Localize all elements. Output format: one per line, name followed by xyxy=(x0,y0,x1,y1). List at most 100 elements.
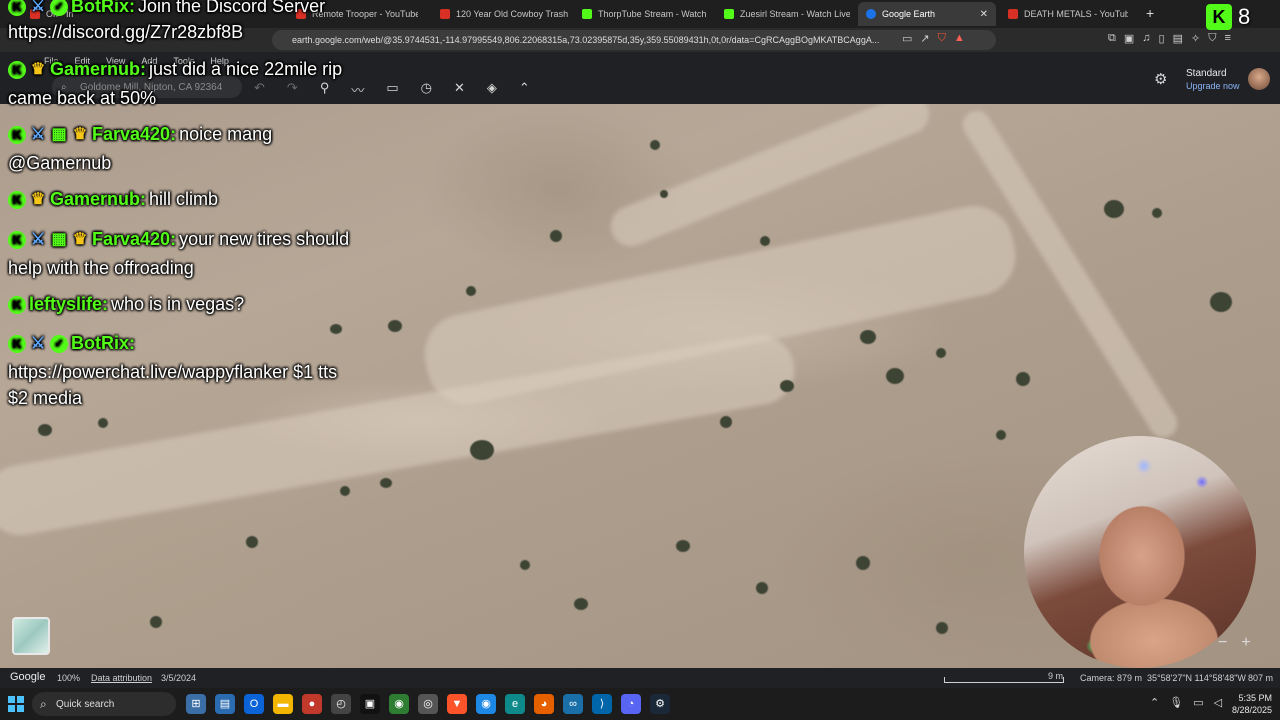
kick-icon xyxy=(724,9,734,19)
files-icon[interactable]: ▤ xyxy=(215,694,235,714)
firefox-icon[interactable]: ◕ xyxy=(534,694,554,714)
moderator-badge-icon: ⚔ xyxy=(30,125,46,143)
history-icon[interactable]: ◷ xyxy=(421,80,432,99)
chat-message-text: hill climb xyxy=(149,189,219,209)
browser-tab[interactable]: ThorpTube Stream - Watch Liv xyxy=(582,4,708,24)
steam-icon[interactable]: ⚙ xyxy=(650,694,670,714)
vscode-icon[interactable]: ⟩ xyxy=(592,694,612,714)
music-icon[interactable]: ♫ xyxy=(1142,32,1150,45)
chrome-alt-icon[interactable]: ◉ xyxy=(389,694,409,714)
kick-badge-icon: K xyxy=(8,190,26,209)
shrub xyxy=(574,598,588,610)
kick-badge-icon: K xyxy=(8,334,26,353)
outlook-icon[interactable]: O xyxy=(244,694,264,714)
chat-message-text: just did a nice 22mile rip xyxy=(149,59,343,79)
chat-message: K ♛ Gamernub: just did a nice 22mile rip xyxy=(8,59,342,80)
widgets-icon[interactable]: ⊞ xyxy=(186,694,206,714)
microphone-icon[interactable]: 🎙 xyxy=(1169,696,1183,709)
chevron-up-icon[interactable]: ⌃ xyxy=(519,80,530,99)
shrub xyxy=(470,440,494,460)
leo-icon[interactable]: ✧ xyxy=(1191,32,1200,45)
edge-icon[interactable]: e xyxy=(505,694,525,714)
taskbar-search[interactable]: ⌕ Quick search xyxy=(32,692,176,716)
volume-icon[interactable]: ◁ xyxy=(1214,696,1222,709)
shrub xyxy=(98,418,108,428)
obs-icon[interactable]: ◎ xyxy=(418,694,438,714)
chat-username: BotRix: xyxy=(71,0,135,16)
clock-icon[interactable]: ◴ xyxy=(331,694,351,714)
tab-title: Remote Trooper - YouTube xyxy=(312,9,418,19)
tab-title: 120 Year Old Cowboy Trash - Y xyxy=(456,9,568,19)
avatar[interactable] xyxy=(1248,68,1270,90)
vpn-icon[interactable]: ⛉ xyxy=(1208,32,1216,45)
earth-status-bar: Google 100% Data attribution 3/5/2024 9 … xyxy=(0,668,1280,688)
moderator-badge-icon: ⚔ xyxy=(30,0,46,15)
shrub xyxy=(676,540,690,552)
chat-message-text: your new tires should xyxy=(179,229,350,249)
discord-link: https://discord.gg/Z7r28zbf8B xyxy=(8,22,244,42)
browser-tab-active[interactable]: Google Earth ✕ xyxy=(858,2,996,26)
shrub xyxy=(756,582,768,594)
gear-icon[interactable]: ⚙ xyxy=(1154,70,1167,88)
zoom-out-icon[interactable]: − xyxy=(1218,634,1227,652)
display-icon[interactable]: ▭ xyxy=(1193,696,1203,709)
sidebar-icon[interactable]: ▯ xyxy=(1159,32,1165,45)
gamebar-icon[interactable]: ∞ xyxy=(563,694,583,714)
chat-message: K ⚔ ▦ ♛ Farva420: your new tires should xyxy=(8,229,349,250)
ruler-icon[interactable]: ▭ xyxy=(386,80,398,99)
map-style-button[interactable] xyxy=(12,617,50,655)
system-clock[interactable]: 5:35 PM 8/28/2025 xyxy=(1224,692,1272,716)
placemark-icon[interactable]: ⚲ xyxy=(320,80,330,99)
elevation: 807 m xyxy=(1248,673,1274,683)
coordinates: 35°58'27"N 114°58'48"W xyxy=(1147,673,1246,683)
browser-tab[interactable]: DEATH METALS - YouTube xyxy=(1008,4,1128,24)
shrub xyxy=(340,486,350,496)
scale-bar xyxy=(944,677,1064,683)
cast-icon[interactable]: ▭ xyxy=(902,32,912,45)
extensions-icon[interactable]: ⧉ xyxy=(1108,32,1116,45)
recorder-icon[interactable]: ● xyxy=(302,694,322,714)
close-icon[interactable]: ✕ xyxy=(980,9,988,20)
terminal-icon[interactable]: ▣ xyxy=(360,694,380,714)
viewer-count: 8 xyxy=(1238,4,1251,29)
chat-message: K ⚔ ✓ BotRix: Join the Discord Server xyxy=(8,0,325,17)
upgrade-link[interactable]: Upgrade now xyxy=(1186,80,1240,92)
discord-icon[interactable]: ◔ xyxy=(621,694,641,714)
data-attribution-link[interactable]: Data attribution xyxy=(91,673,152,683)
windows-start-icon[interactable] xyxy=(8,696,24,712)
youtube-icon xyxy=(1008,9,1018,19)
brave-icon[interactable]: ▼ xyxy=(447,694,467,714)
layers-icon[interactable]: ◈ xyxy=(487,80,497,99)
verified-badge-icon: ✓ xyxy=(50,334,68,353)
brave-rewards-icon[interactable]: ▲ xyxy=(954,32,965,45)
satellite-icon[interactable]: ✕ xyxy=(454,80,465,99)
shrub xyxy=(466,286,476,296)
explorer-icon[interactable]: ▬ xyxy=(273,694,293,714)
redo-icon[interactable]: ↷ xyxy=(287,80,298,99)
shrub xyxy=(936,348,946,358)
browser-tab[interactable]: Zuesirl Stream - Watch Live xyxy=(724,4,850,24)
shrub xyxy=(720,416,732,428)
crown-badge-icon: ♛ xyxy=(72,230,88,248)
share-icon[interactable]: ↗ xyxy=(920,32,929,45)
zoom-in-icon[interactable]: + xyxy=(1241,634,1250,652)
wallet-icon[interactable]: ▤ xyxy=(1173,32,1183,45)
browser-tab[interactable]: 120 Year Old Cowboy Trash - Y xyxy=(440,4,568,24)
chat-message: K leftyslife: who is in vegas? xyxy=(8,294,244,315)
brave-shield-icon[interactable]: ⛉ xyxy=(938,32,946,45)
new-tab-button[interactable]: + xyxy=(1146,5,1154,21)
path-icon[interactable]: 〰 xyxy=(351,80,364,99)
chevron-up-icon[interactable]: ⌃ xyxy=(1150,696,1159,709)
undo-icon[interactable]: ↶ xyxy=(254,80,265,99)
reader-icon[interactable]: ▣ xyxy=(1124,32,1134,45)
chrome-icon[interactable]: ◉ xyxy=(476,694,496,714)
url-field[interactable]: earth.google.com/web/@35.9744531,-114.97… xyxy=(272,30,996,50)
moderator-badge-icon: ⚔ xyxy=(30,334,46,352)
viewer-count-overlay: K 8 xyxy=(1206,4,1250,30)
subscriber-badge-icon: ▦ xyxy=(51,230,67,248)
shrub xyxy=(650,140,660,150)
chat-message-continuation: help with the offroading xyxy=(8,258,194,278)
menu-icon[interactable]: ≡ xyxy=(1224,32,1230,45)
zoom-level[interactable]: 100% xyxy=(57,673,80,683)
plan-info: Standard Upgrade now xyxy=(1186,68,1240,92)
